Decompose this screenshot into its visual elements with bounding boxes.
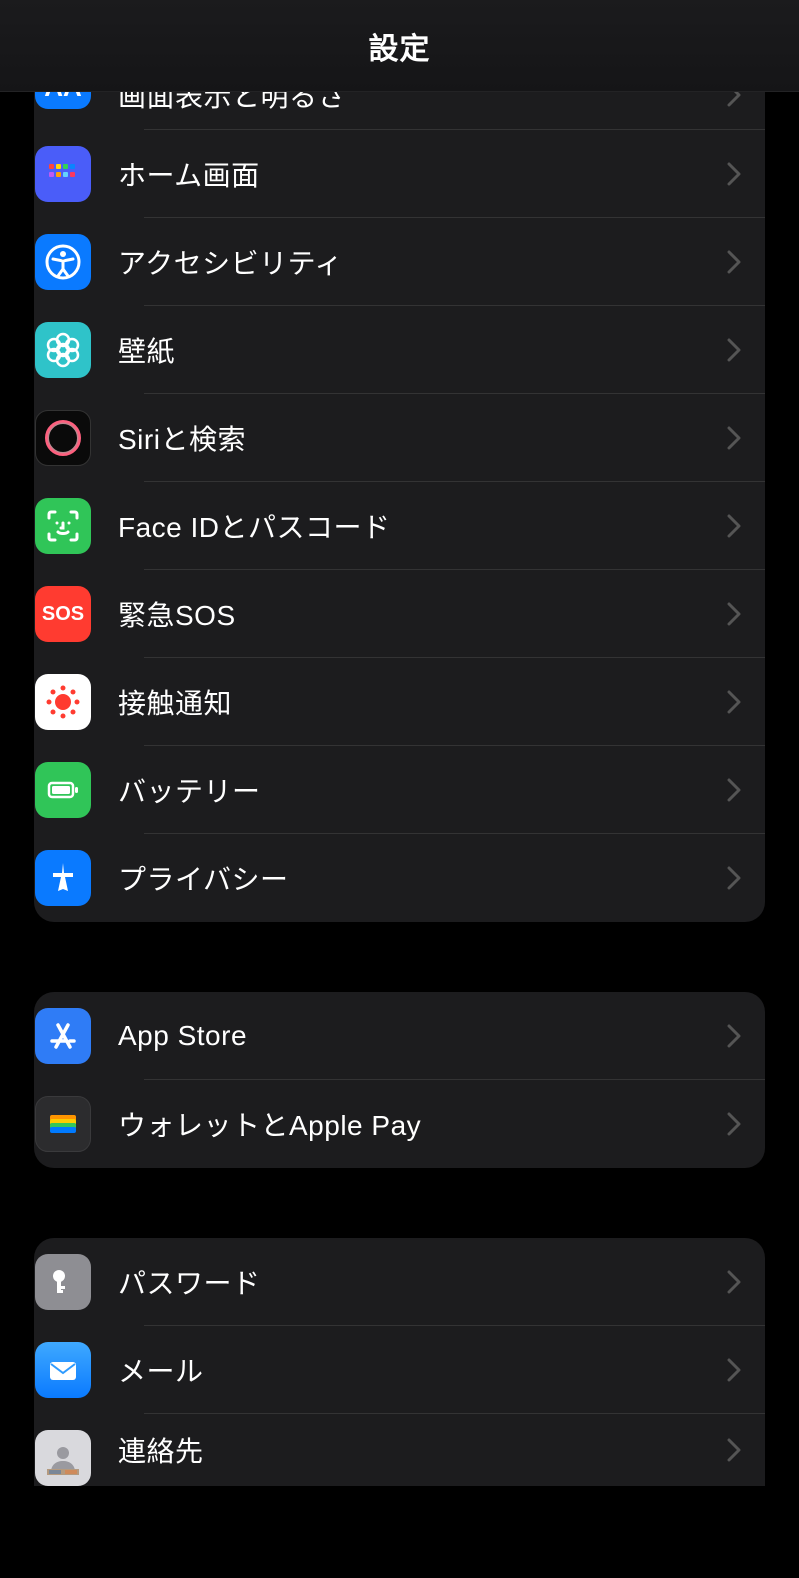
row-label: Siriと検索 (118, 418, 727, 458)
chevron-right-icon (727, 778, 741, 802)
chevron-right-icon (727, 250, 741, 274)
row-privacy[interactable]: プライバシー (34, 834, 765, 922)
row-label: 緊急SOS (118, 594, 727, 634)
chevron-right-icon (727, 866, 741, 890)
mail-icon (35, 1342, 91, 1398)
row-label: 連絡先 (118, 1430, 727, 1470)
contacts-icon (35, 1430, 91, 1486)
row-label: ホーム画面 (118, 154, 727, 194)
row-label: プライバシー (118, 858, 727, 898)
row-label: メール (118, 1350, 727, 1390)
chevron-right-icon (727, 602, 741, 626)
row-home-screen[interactable]: ホーム画面 (34, 130, 765, 218)
row-wallet-applepay[interactable]: ウォレットとApple Pay (34, 1080, 765, 1168)
row-app-store[interactable]: App Store (34, 992, 765, 1080)
settings-group-accounts: パスワード メール 連絡先 (34, 1238, 765, 1486)
chevron-right-icon (727, 1270, 741, 1294)
battery-icon (35, 762, 91, 818)
home-screen-icon (35, 146, 91, 202)
sos-icon: SOS (35, 586, 91, 642)
chevron-right-icon (727, 426, 741, 450)
chevron-right-icon (727, 1024, 741, 1048)
siri-icon (35, 410, 91, 466)
chevron-right-icon (727, 1112, 741, 1136)
row-contacts[interactable]: 連絡先 (34, 1414, 765, 1486)
row-siri-search[interactable]: Siriと検索 (34, 394, 765, 482)
row-faceid-passcode[interactable]: Face IDとパスコード (34, 482, 765, 570)
wallet-icon (35, 1096, 91, 1152)
chevron-right-icon (727, 162, 741, 186)
chevron-right-icon (727, 338, 741, 362)
row-label: 壁紙 (118, 330, 727, 370)
settings-scroll[interactable]: AA 画面表示と明るさ ホーム画面 アクセシビリティ (0, 0, 799, 1506)
app-store-icon (35, 1008, 91, 1064)
row-label: バッテリー (118, 770, 727, 810)
row-label: パスワード (118, 1262, 727, 1302)
page-title: 設定 (369, 24, 431, 68)
row-label: App Store (118, 1020, 727, 1052)
settings-group-store: App Store ウォレットとApple Pay (34, 992, 765, 1168)
exposure-notification-icon (35, 674, 91, 730)
row-mail[interactable]: メール (34, 1326, 765, 1414)
row-accessibility[interactable]: アクセシビリティ (34, 218, 765, 306)
row-label: Face IDとパスコード (118, 506, 727, 546)
faceid-icon (35, 498, 91, 554)
row-passwords[interactable]: パスワード (34, 1238, 765, 1326)
chevron-right-icon (727, 1358, 741, 1382)
row-emergency-sos[interactable]: SOS 緊急SOS (34, 570, 765, 658)
row-exposure-notification[interactable]: 接触通知 (34, 658, 765, 746)
settings-group-general: AA 画面表示と明るさ ホーム画面 アクセシビリティ (34, 60, 765, 922)
row-label: ウォレットとApple Pay (118, 1104, 727, 1144)
row-label: アクセシビリティ (118, 242, 727, 282)
passwords-icon (35, 1254, 91, 1310)
chevron-right-icon (727, 514, 741, 538)
accessibility-icon (35, 234, 91, 290)
wallpaper-icon (35, 322, 91, 378)
row-battery[interactable]: バッテリー (34, 746, 765, 834)
nav-header: 設定 (0, 0, 799, 92)
row-label: 接触通知 (118, 682, 727, 722)
chevron-right-icon (727, 1438, 741, 1462)
privacy-icon (35, 850, 91, 906)
chevron-right-icon (727, 690, 741, 714)
row-wallpaper[interactable]: 壁紙 (34, 306, 765, 394)
